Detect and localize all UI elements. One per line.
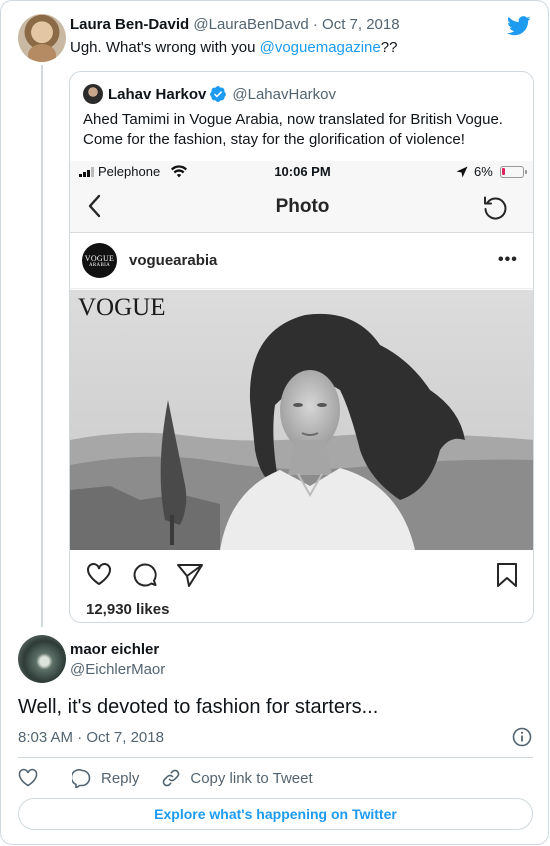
post-header: VOGUE ARABIA voguearabia ••• (70, 233, 533, 289)
quoted-text-line: Come for the fashion, stay for the glori… (83, 131, 465, 148)
divider (18, 757, 533, 758)
post-photo: VOGUE (70, 290, 533, 550)
bookmark-icon (497, 563, 517, 587)
vogue-watermark: VOGUE (78, 294, 166, 321)
link-icon (163, 769, 180, 787)
attached-image[interactable]: Pelephone 10:06 PM 6% Photo VOGUE ARABIA… (70, 161, 533, 622)
reply-icon (72, 769, 91, 788)
quoted-tweet-text: Ahed Tamimi in Vogue Arabia, now transla… (83, 110, 523, 150)
embedded-tweet-card: Laura Ben-David @LauraBenDavd · Oct 7, 2… (0, 0, 549, 845)
reply-text: Well, it's devoted to fashion for starte… (18, 696, 379, 718)
quoted-text-line: Ahed Tamimi in Vogue Arabia, now transla… (83, 111, 503, 128)
share-icon (177, 564, 203, 587)
phone-status-bar: Pelephone 10:06 PM 6% (70, 161, 533, 183)
reply-label: Reply (101, 769, 140, 787)
quoted-author-name: Lahav Harkov (108, 85, 207, 103)
location-arrow-icon (456, 166, 468, 178)
verified-badge-icon (210, 86, 227, 102)
comment-icon (133, 563, 157, 587)
more-options-icon: ••• (498, 251, 518, 268)
reply-avatar[interactable] (18, 635, 66, 683)
separator: · (312, 16, 318, 33)
thread-line (41, 65, 43, 627)
reply-author-handle[interactable]: @EichlerMaor (70, 661, 165, 678)
copy-link-label: Copy link to Tweet (190, 769, 313, 787)
author-handle[interactable]: @LauraBenDavd (193, 16, 308, 33)
avatar[interactable] (18, 14, 66, 62)
quoted-author-handle: @LahavHarkov (232, 85, 336, 103)
info-icon[interactable] (512, 727, 532, 747)
instagram-nav-bar: Photo (70, 183, 533, 233)
twitter-logo-icon[interactable] (507, 16, 531, 36)
mention-link[interactable]: @voguemagazine (260, 39, 381, 56)
like-button[interactable] (18, 768, 38, 788)
tweet-text-part: Ugh. What's wrong with you (70, 39, 260, 56)
tweet-date[interactable]: Oct 7, 2018 (322, 16, 400, 33)
reply-time[interactable]: 8:03 AM (18, 729, 73, 746)
reply-author-name[interactable]: maor eichler (70, 641, 159, 658)
quoted-avatar (83, 84, 103, 104)
heart-icon (18, 768, 38, 787)
avatar-text: VOGUE (84, 254, 115, 263)
tweet-text-part: ?? (380, 39, 398, 56)
reply-date[interactable]: Oct 7, 2018 (86, 729, 164, 746)
reply-timestamp[interactable]: 8:03 AM · Oct 7, 2018 (18, 729, 164, 746)
tweet-header: Laura Ben-David @LauraBenDavd · Oct 7, 2… (70, 16, 400, 33)
tweet-actions: Reply Copy link to Tweet (18, 767, 313, 789)
nav-title: Photo (275, 196, 330, 217)
explore-button[interactable]: Explore what's happening on Twitter (18, 798, 533, 830)
portrait-photo (70, 290, 533, 550)
quoted-tweet-header: Lahav Harkov @LahavHarkov (108, 85, 336, 103)
avatar-subtext: ARABIA (89, 263, 110, 268)
reply-button[interactable]: Reply (72, 768, 139, 788)
post-username: voguearabia (129, 252, 218, 269)
likes-count: 12,930 likes (86, 601, 170, 618)
vogue-arabia-avatar: VOGUE ARABIA (82, 243, 117, 278)
separator: · (77, 729, 83, 746)
quoted-tweet[interactable]: Lahav Harkov @LahavHarkov Ahed Tamimi in… (69, 71, 534, 623)
heart-icon (87, 563, 111, 586)
battery-percent: 6% (474, 164, 493, 179)
tweet-text: Ugh. What's wrong with you @voguemagazin… (70, 39, 397, 56)
copy-link-button[interactable]: Copy link to Tweet (161, 768, 313, 788)
post-actions: 12,930 likes (70, 550, 533, 622)
battery-icon (500, 166, 527, 178)
author-name[interactable]: Laura Ben-David (70, 16, 189, 33)
refresh-icon (484, 196, 507, 220)
